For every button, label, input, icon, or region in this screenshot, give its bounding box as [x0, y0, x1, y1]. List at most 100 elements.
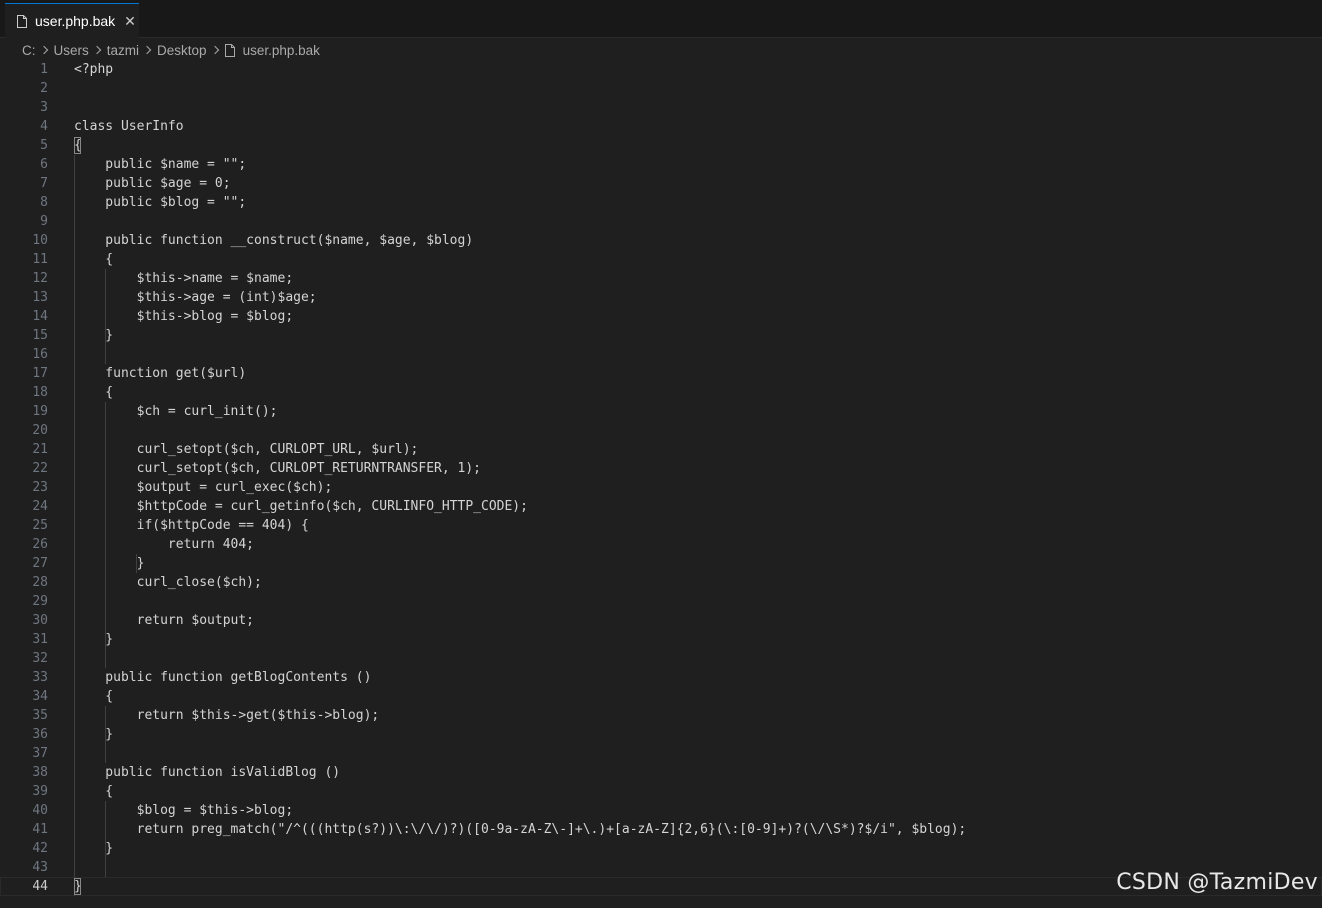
line-code: return $this->get($this->blog); — [74, 708, 380, 723]
breadcrumb-item-desktop[interactable]: Desktop — [157, 43, 207, 58]
code-line[interactable]: 16 — [0, 345, 1322, 364]
code-line[interactable]: 34 { — [0, 687, 1322, 706]
line-code: $this->blog = $blog; — [74, 309, 294, 324]
code-line[interactable]: 21 curl_setopt($ch, CURLOPT_URL, $url); — [0, 440, 1322, 459]
code-line[interactable]: 33 public function getBlogContents () — [0, 668, 1322, 687]
code-line[interactable]: 32 — [0, 649, 1322, 668]
code-line[interactable]: 18 { — [0, 383, 1322, 402]
code-line[interactable]: 5{ — [0, 136, 1322, 155]
line-number: 32 — [32, 651, 48, 666]
line-number: 27 — [32, 556, 48, 571]
code-line[interactable]: 36 } — [0, 725, 1322, 744]
code-line[interactable]: 38 public function isValidBlog () — [0, 763, 1322, 782]
line-number: 16 — [32, 347, 48, 362]
code-line[interactable]: 29 — [0, 592, 1322, 611]
line-number: 26 — [32, 537, 48, 552]
breadcrumb-item-tazmi[interactable]: tazmi — [107, 43, 139, 58]
line-number: 22 — [32, 461, 48, 476]
code-line[interactable]: 15 } — [0, 326, 1322, 345]
line-code: public function getBlogContents () — [74, 670, 372, 685]
code-line[interactable]: 9 — [0, 212, 1322, 231]
breadcrumb-item-file[interactable]: user.php.bak — [243, 43, 320, 58]
breadcrumb: C: Users tazmi Desktop user.php.bak — [22, 40, 320, 60]
file-icon — [17, 14, 27, 28]
line-number: 11 — [32, 252, 48, 267]
line-code: curl_close($ch); — [74, 575, 262, 590]
code-line[interactable]: 12 $this->name = $name; — [0, 269, 1322, 288]
line-number: 3 — [40, 100, 48, 115]
line-code: $this->name = $name; — [74, 271, 294, 286]
line-number: 17 — [32, 366, 48, 381]
line-number: 9 — [40, 214, 48, 229]
indent-guide — [105, 269, 107, 364]
chevron-right-icon — [92, 45, 102, 55]
close-icon[interactable]: ✕ — [124, 13, 136, 30]
code-line[interactable]: 8 public $blog = ""; — [0, 193, 1322, 212]
code-line[interactable]: 31 } — [0, 630, 1322, 649]
line-code: } — [74, 841, 114, 856]
bracket-match-highlight — [74, 878, 81, 895]
file-icon — [224, 43, 235, 57]
line-code: { — [74, 385, 114, 400]
line-code: return 404; — [74, 537, 255, 552]
code-line[interactable]: 11 { — [0, 250, 1322, 269]
indent-guide — [105, 402, 107, 668]
code-line[interactable]: 30 return $output; — [0, 611, 1322, 630]
tab-bar: user.php.bak ✕ — [0, 0, 1322, 38]
code-line[interactable]: 22 curl_setopt($ch, CURLOPT_RETURNTRANSF… — [0, 459, 1322, 478]
line-number: 12 — [32, 271, 48, 286]
code-line[interactable]: 24 $httpCode = curl_getinfo($ch, CURLINF… — [0, 497, 1322, 516]
line-code: $this->age = (int)$age; — [74, 290, 317, 305]
code-line[interactable]: 40 $blog = $this->blog; — [0, 801, 1322, 820]
line-number: 35 — [32, 708, 48, 723]
tab-user-php-bak[interactable]: user.php.bak ✕ — [5, 3, 139, 38]
code-line[interactable]: 25 if($httpCode == 404) { — [0, 516, 1322, 535]
code-line[interactable]: 19 $ch = curl_init(); — [0, 402, 1322, 421]
code-line[interactable]: 41 return preg_match("/^(((http(s?))\:\/… — [0, 820, 1322, 839]
code-line[interactable]: 42 } — [0, 839, 1322, 858]
tab-label: user.php.bak — [35, 13, 116, 29]
code-line[interactable]: 35 return $this->get($this->blog); — [0, 706, 1322, 725]
indent-guide — [74, 155, 75, 896]
line-code: public $age = 0; — [74, 176, 231, 191]
code-line[interactable]: 13 $this->age = (int)$age; — [0, 288, 1322, 307]
code-line[interactable]: 6 public $name = ""; — [0, 155, 1322, 174]
line-code: if($httpCode == 404) { — [74, 518, 309, 533]
breadcrumb-item-users[interactable]: Users — [54, 43, 89, 58]
code-line[interactable]: 37 — [0, 744, 1322, 763]
line-code: $output = curl_exec($ch); — [74, 480, 333, 495]
line-code: curl_setopt($ch, CURLOPT_RETURNTRANSFER,… — [74, 461, 481, 476]
line-number: 31 — [32, 632, 48, 647]
line-code: $httpCode = curl_getinfo($ch, CURLINFO_H… — [74, 499, 528, 514]
line-number: 39 — [32, 784, 48, 799]
code-line[interactable]: 2 — [0, 79, 1322, 98]
code-line[interactable]: 3 — [0, 98, 1322, 117]
code-line[interactable]: 23 $output = curl_exec($ch); — [0, 478, 1322, 497]
indent-guide — [105, 801, 107, 877]
code-line[interactable]: 17 function get($url) — [0, 364, 1322, 383]
breadcrumb-item-drive[interactable]: C: — [22, 43, 36, 58]
line-number: 7 — [40, 176, 48, 191]
line-code: class UserInfo — [74, 119, 184, 134]
code-editor[interactable]: 1 <?php 2 3 4 class UserInfo 5{6 public $name … — [0, 60, 1322, 908]
line-code: public $name = ""; — [74, 157, 247, 172]
code-line[interactable]: 28 curl_close($ch); — [0, 573, 1322, 592]
chevron-right-icon — [39, 45, 48, 55]
line-number: 5 — [40, 138, 48, 153]
line-number: 42 — [32, 841, 48, 856]
chevron-right-icon — [142, 45, 152, 55]
line-number: 41 — [32, 822, 48, 837]
code-line[interactable]: 26 return 404; — [0, 535, 1322, 554]
code-line[interactable]: 1 <?php — [0, 60, 1322, 79]
code-line[interactable]: 27 } — [0, 554, 1322, 573]
code-line[interactable]: 14 $this->blog = $blog; — [0, 307, 1322, 326]
line-number: 38 — [32, 765, 48, 780]
code-line[interactable]: 20 — [0, 421, 1322, 440]
line-number: 15 — [32, 328, 48, 343]
code-line[interactable]: 7 public $age = 0; — [0, 174, 1322, 193]
code-line[interactable]: 10 public function __construct($name, $a… — [0, 231, 1322, 250]
code-line[interactable]: 4 class UserInfo — [0, 117, 1322, 136]
line-code: { — [74, 784, 114, 799]
code-line[interactable]: 39 { — [0, 782, 1322, 801]
line-number: 1 — [40, 62, 48, 77]
